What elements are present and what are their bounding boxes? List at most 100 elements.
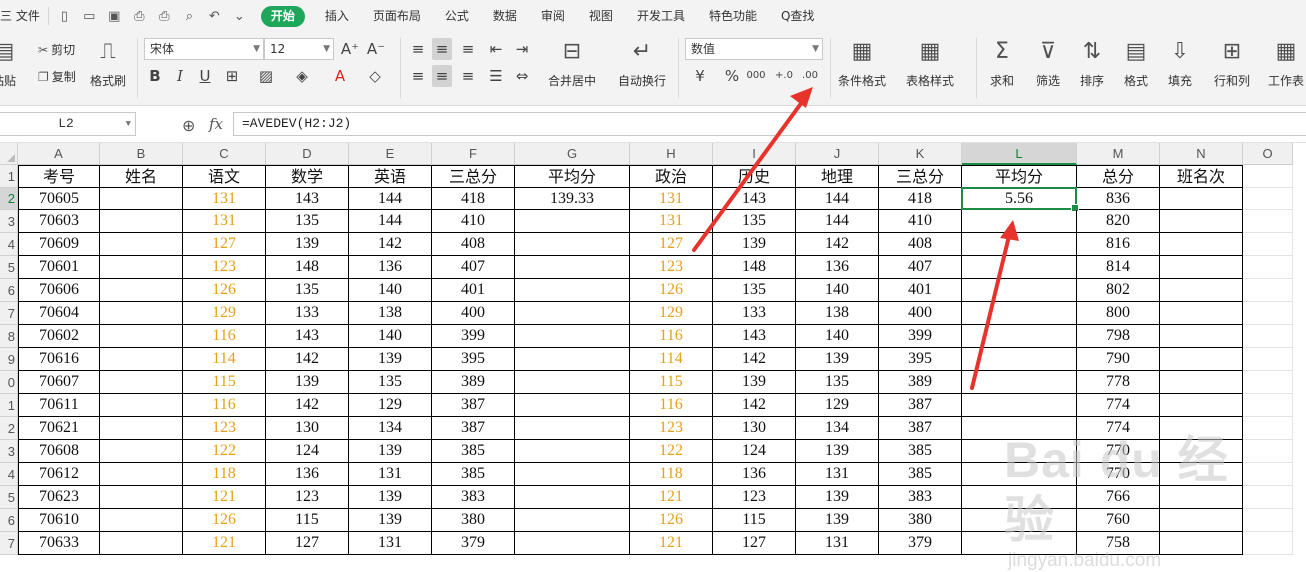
table-cell[interactable] xyxy=(1160,532,1243,555)
table-cell[interactable]: 385 xyxy=(432,463,515,486)
table-cell[interactable] xyxy=(1160,256,1243,279)
table-cell[interactable]: 778 xyxy=(1077,371,1160,394)
table-cell[interactable] xyxy=(515,371,630,394)
table-cell[interactable] xyxy=(515,302,630,325)
table-cell[interactable]: 399 xyxy=(879,325,962,348)
table-cell[interactable]: 129 xyxy=(183,302,266,325)
table-cell[interactable]: 70610 xyxy=(18,509,100,532)
table-cell[interactable]: 766 xyxy=(1077,486,1160,509)
table-cell[interactable] xyxy=(962,509,1077,532)
table-cell[interactable]: 114 xyxy=(630,348,713,371)
table-cell[interactable] xyxy=(1160,417,1243,440)
table-header-cell[interactable]: 考号 xyxy=(18,165,100,188)
tab-insert[interactable]: 插入 xyxy=(313,0,361,32)
empty-cell[interactable] xyxy=(1243,233,1293,256)
column-header-e[interactable]: E xyxy=(349,143,432,165)
table-cell[interactable]: 140 xyxy=(349,325,432,348)
table-cell[interactable]: 135 xyxy=(796,371,879,394)
table-cell[interactable]: 136 xyxy=(266,463,349,486)
table-cell[interactable] xyxy=(1160,394,1243,417)
column-header-f[interactable]: F xyxy=(432,143,515,165)
table-cell[interactable]: 134 xyxy=(796,417,879,440)
table-cell[interactable] xyxy=(962,302,1077,325)
table-cell[interactable]: 131 xyxy=(183,188,266,210)
table-cell[interactable]: 135 xyxy=(349,371,432,394)
table-cell[interactable]: 123 xyxy=(183,256,266,279)
column-header-i[interactable]: I xyxy=(713,143,796,165)
row-header[interactable]: 4 xyxy=(0,233,18,256)
table-cell[interactable] xyxy=(100,532,183,555)
increase-indent-icon[interactable]: ⇥ xyxy=(512,38,532,60)
clear-format-icon[interactable]: ◇ xyxy=(365,65,385,87)
table-cell[interactable]: 122 xyxy=(183,440,266,463)
format-painter-button[interactable]: ⎍ 格式刷 xyxy=(90,38,126,89)
thousands-button[interactable]: 000 xyxy=(746,65,766,87)
table-cell[interactable]: 118 xyxy=(183,463,266,486)
table-cell[interactable]: 387 xyxy=(432,394,515,417)
table-cell[interactable]: 816 xyxy=(1077,233,1160,256)
table-cell[interactable]: 774 xyxy=(1077,394,1160,417)
table-cell[interactable]: 395 xyxy=(432,348,515,371)
table-cell[interactable]: 115 xyxy=(183,371,266,394)
empty-cell[interactable] xyxy=(1243,165,1293,188)
table-cell[interactable]: 138 xyxy=(796,302,879,325)
table-cell[interactable]: 136 xyxy=(713,463,796,486)
table-cell[interactable] xyxy=(100,256,183,279)
column-header-m[interactable]: M xyxy=(1077,143,1160,165)
table-cell[interactable]: 131 xyxy=(349,463,432,486)
table-cell[interactable] xyxy=(100,233,183,256)
distributed-icon[interactable]: ⇔ xyxy=(512,65,532,87)
table-cell[interactable]: 131 xyxy=(630,210,713,233)
sort-button[interactable]: ⇅ 排序 xyxy=(1080,38,1104,89)
bold-button[interactable]: B xyxy=(145,65,165,87)
table-cell[interactable]: 770 xyxy=(1077,440,1160,463)
table-cell[interactable] xyxy=(100,463,183,486)
table-cell[interactable] xyxy=(962,532,1077,555)
table-cell[interactable]: 142 xyxy=(713,394,796,417)
table-cell[interactable]: 70602 xyxy=(18,325,100,348)
worksheet-button[interactable]: ▦ 工作表 xyxy=(1268,38,1304,89)
table-header-cell[interactable]: 班名次 xyxy=(1160,165,1243,188)
table-cell[interactable]: 144 xyxy=(349,210,432,233)
cell-style-icon[interactable]: ▨ xyxy=(256,65,276,87)
table-header-cell[interactable]: 三总分 xyxy=(432,165,515,188)
empty-cell[interactable] xyxy=(1243,509,1293,532)
table-cell[interactable] xyxy=(100,371,183,394)
name-box[interactable]: L2 ▼ xyxy=(0,112,136,136)
table-cell[interactable] xyxy=(1160,509,1243,532)
table-cell[interactable]: 774 xyxy=(1077,417,1160,440)
table-cell[interactable] xyxy=(515,509,630,532)
table-cell[interactable]: 139 xyxy=(266,233,349,256)
table-cell[interactable]: 401 xyxy=(879,279,962,302)
table-cell[interactable]: 142 xyxy=(266,348,349,371)
search-button[interactable]: Q查找 xyxy=(769,0,826,32)
table-cell[interactable]: 399 xyxy=(432,325,515,348)
table-cell[interactable]: 70633 xyxy=(18,532,100,555)
table-cell[interactable]: 135 xyxy=(266,210,349,233)
table-cell[interactable]: 70603 xyxy=(18,210,100,233)
table-cell[interactable] xyxy=(962,440,1077,463)
undo-icon[interactable]: ↶ xyxy=(207,9,222,24)
column-header-h[interactable]: H xyxy=(630,143,713,165)
table-cell[interactable]: 410 xyxy=(879,210,962,233)
empty-cell[interactable] xyxy=(1243,486,1293,509)
table-cell[interactable] xyxy=(1160,210,1243,233)
table-header-cell[interactable]: 总分 xyxy=(1077,165,1160,188)
tab-view[interactable]: 视图 xyxy=(577,0,625,32)
empty-cell[interactable] xyxy=(1243,325,1293,348)
table-cell[interactable]: 798 xyxy=(1077,325,1160,348)
row-header[interactable]: 5 xyxy=(0,486,18,509)
print-icon[interactable]: ⎙ xyxy=(157,9,172,24)
row-header[interactable]: 7 xyxy=(0,302,18,325)
table-cell[interactable]: 122 xyxy=(630,440,713,463)
decrease-indent-icon[interactable]: ⇤ xyxy=(486,38,506,60)
table-cell[interactable] xyxy=(100,394,183,417)
table-header-cell[interactable]: 历史 xyxy=(713,165,796,188)
increase-decimal-button[interactable]: +.0 xyxy=(774,65,794,87)
column-header-n[interactable]: N xyxy=(1160,143,1243,165)
table-cell[interactable]: 114 xyxy=(183,348,266,371)
table-cell[interactable]: 770 xyxy=(1077,463,1160,486)
table-cell[interactable]: 139 xyxy=(713,371,796,394)
font-name-select[interactable]: 宋体 ▼ xyxy=(144,38,264,60)
table-cell[interactable]: 400 xyxy=(879,302,962,325)
